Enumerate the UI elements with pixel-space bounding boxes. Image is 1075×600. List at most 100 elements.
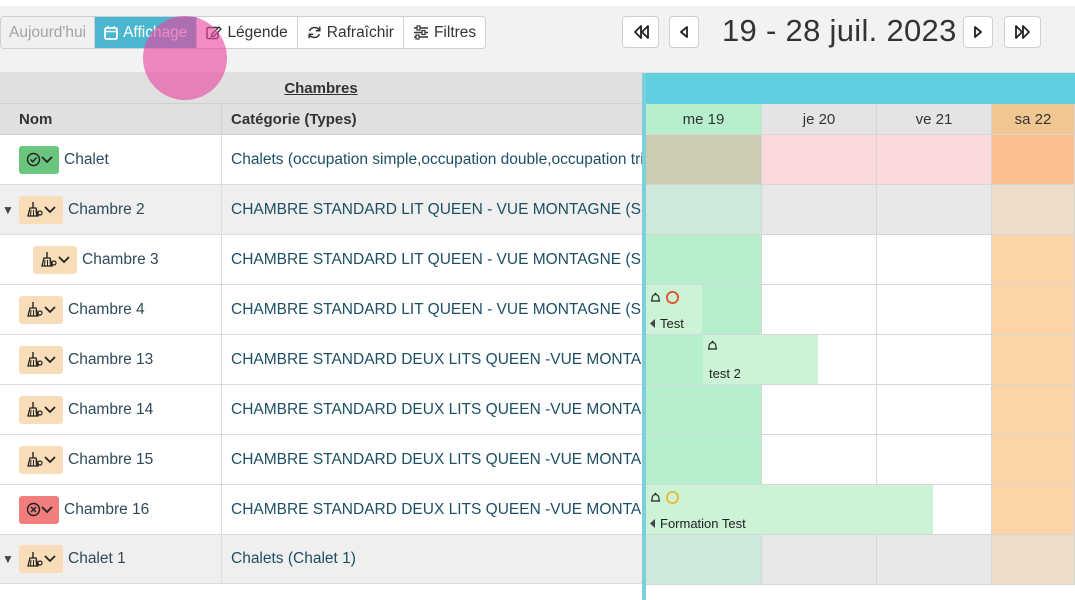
calendar-cell[interactable] (762, 535, 877, 585)
double-chevron-left-icon (633, 25, 649, 39)
previous-period-button[interactable] (622, 16, 659, 48)
day-header[interactable]: sa 22 (992, 104, 1075, 135)
room-name[interactable]: Chambre 2 (68, 201, 145, 219)
room-row[interactable]: ▼ Chambre 2 CHAMBRE STANDARD LIT QUEEN - V… (0, 185, 642, 235)
room-category-cell: CHAMBRE STANDARD LIT QUEEN - VUE MONTAGN… (231, 200, 642, 218)
calendar-cell[interactable] (992, 285, 1075, 335)
calendar-cell[interactable] (877, 335, 992, 385)
calendar-cell[interactable] (762, 385, 877, 435)
broom-icon (27, 452, 43, 467)
double-chevron-right-icon (1014, 25, 1030, 39)
chevron-down-icon (44, 455, 56, 463)
status-badge[interactable] (19, 445, 63, 474)
calendar-cell[interactable] (992, 485, 1075, 535)
calendar-cell[interactable] (992, 335, 1075, 385)
category-column-header[interactable]: Catégorie (Types) (222, 104, 642, 135)
calendar-cell[interactable] (992, 385, 1075, 435)
reservation-icons (649, 490, 680, 505)
calendar-cell[interactable] (646, 235, 762, 285)
legend-button[interactable]: Légende (197, 17, 298, 48)
previous-day-button[interactable] (669, 16, 699, 48)
calendar-cell[interactable] (762, 235, 877, 285)
next-period-button[interactable] (1004, 16, 1041, 48)
calendar-cell[interactable] (646, 185, 762, 235)
room-name[interactable]: Chambre 15 (68, 451, 153, 469)
reservation-block[interactable]: test 2 (703, 335, 818, 384)
calendar-cell[interactable] (992, 235, 1075, 285)
room-name[interactable]: Chambre 4 (68, 301, 145, 319)
calendar-cell[interactable] (646, 535, 762, 585)
calendar-cell[interactable] (877, 435, 992, 485)
reservation-name: Test (660, 316, 684, 331)
name-column-header[interactable]: Nom (0, 104, 222, 135)
sliders-icon (413, 25, 428, 40)
room-row[interactable]: Chambre 4 CHAMBRE STANDARD LIT QUEEN - VU… (0, 285, 642, 335)
status-badge[interactable] (33, 245, 77, 274)
room-name[interactable]: Chambre 3 (82, 251, 159, 269)
calendar-cell[interactable] (877, 185, 992, 235)
calendar-cell[interactable] (762, 435, 877, 485)
filters-button-label: Filtres (433, 23, 477, 41)
calendar-cell[interactable] (877, 535, 992, 585)
calendar-cell[interactable] (877, 135, 992, 185)
filters-button[interactable]: Filtres (403, 17, 486, 48)
calendar-cell[interactable] (877, 385, 992, 435)
status-circle-icon (666, 291, 679, 304)
room-name[interactable]: Chambre 16 (64, 501, 149, 519)
toolbar: Aujourd'hui Affichage Légende Rafraîchir… (0, 6, 1075, 73)
status-badge[interactable] (19, 295, 63, 324)
expand-toggle-icon[interactable]: ▼ (2, 203, 14, 217)
calendar-cell[interactable] (992, 535, 1075, 585)
calendar-cell[interactable] (992, 435, 1075, 485)
calendar-cell[interactable] (762, 285, 877, 335)
status-badge[interactable] (19, 495, 59, 524)
status-badge[interactable] (19, 345, 63, 374)
refresh-button[interactable]: Rafraîchir (297, 17, 404, 48)
room-name[interactable]: Chalet (64, 151, 109, 169)
status-badge[interactable] (19, 395, 63, 424)
room-row[interactable]: Chambre 13 CHAMBRE STANDARD DEUX LITS QUE… (0, 335, 642, 385)
room-name[interactable]: Chambre 13 (68, 351, 153, 369)
rooms-group-header[interactable]: Chambres (0, 73, 642, 104)
room-row[interactable]: Chalet Chalets (occupation simple,occupat… (0, 135, 642, 185)
status-badge[interactable] (19, 145, 59, 174)
chevron-down-icon (44, 205, 56, 213)
pane-splitter[interactable] (642, 73, 646, 600)
calendar-cell[interactable] (762, 135, 877, 185)
calendar-cell[interactable] (646, 385, 762, 435)
calendar-cell[interactable] (646, 435, 762, 485)
today-button[interactable]: Aujourd'hui (1, 17, 96, 48)
room-name-cell: Chambre 16 (0, 485, 222, 534)
calendar-cell[interactable] (646, 135, 762, 185)
reservation-block[interactable]: Test (646, 285, 702, 334)
legend-button-label: Légende (227, 23, 288, 41)
calendar-cell[interactable] (992, 135, 1075, 185)
next-day-button[interactable] (963, 16, 993, 48)
calendar-icon (104, 26, 118, 40)
edit-icon (206, 26, 223, 40)
day-header[interactable]: me 19 (646, 104, 762, 135)
room-row[interactable]: Chambre 15 CHAMBRE STANDARD DEUX LITS QUE… (0, 435, 642, 485)
day-header[interactable]: ve 21 (877, 104, 992, 135)
calendar-cell[interactable] (762, 185, 877, 235)
reservation-name: test 2 (709, 366, 741, 381)
day-header[interactable]: je 20 (762, 104, 877, 135)
triangle-left-icon (680, 26, 688, 38)
calendar-cell[interactable] (992, 185, 1075, 235)
room-name[interactable]: Chambre 14 (68, 401, 153, 419)
reservation-name: Formation Test (660, 516, 746, 531)
calendar-cell[interactable] (877, 285, 992, 335)
room-name[interactable]: Chalet 1 (68, 550, 126, 568)
room-row[interactable]: Chambre 16 CHAMBRE STANDARD DEUX LITS QUE… (0, 485, 642, 535)
chevron-down-icon (44, 305, 56, 313)
reservation-block[interactable]: Formation Test (646, 485, 933, 534)
display-button[interactable]: Affichage (95, 17, 198, 48)
status-badge[interactable] (19, 545, 63, 573)
status-badge[interactable] (19, 195, 63, 224)
room-name-cell: ▼ Chalet 1 (0, 535, 222, 583)
calendar-cell[interactable] (877, 235, 992, 285)
room-row[interactable]: Chambre 14 CHAMBRE STANDARD DEUX LITS QUE… (0, 385, 642, 435)
expand-toggle-icon[interactable]: ▼ (2, 552, 14, 566)
room-row[interactable]: ▼ Chalet 1 Chalets (Chalet 1) (0, 535, 642, 584)
room-row[interactable]: Chambre 3 CHAMBRE STANDARD LIT QUEEN - VU… (0, 235, 642, 285)
